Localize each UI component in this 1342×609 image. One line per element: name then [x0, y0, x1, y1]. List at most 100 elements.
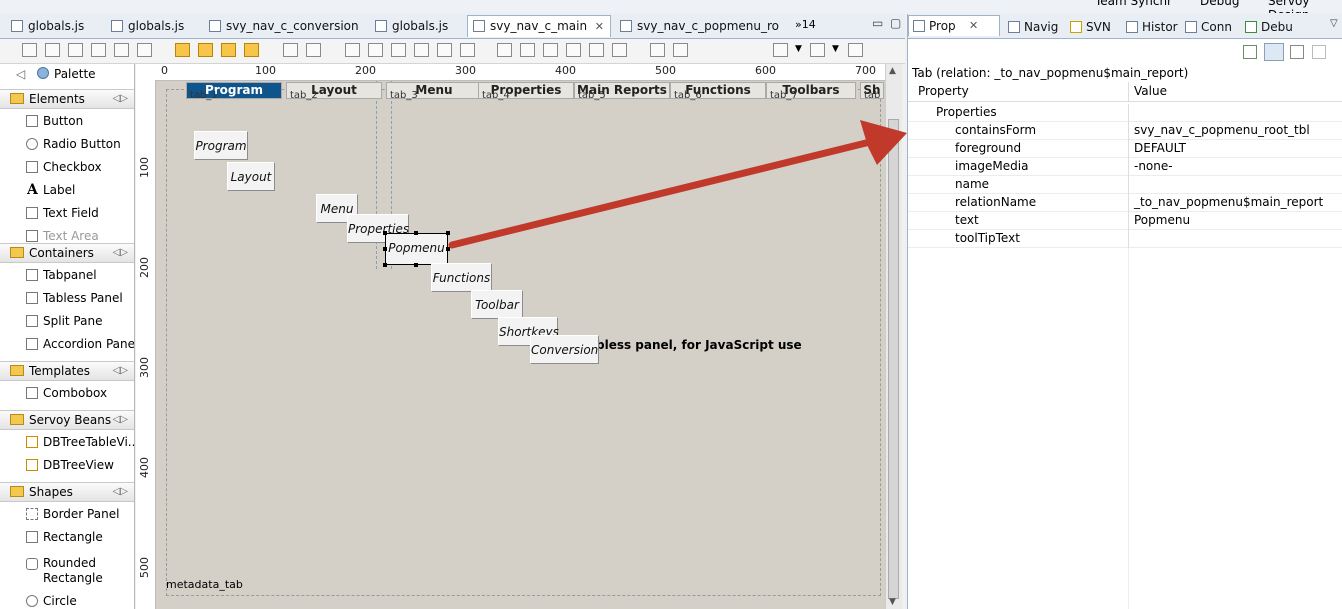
bring-front-icon[interactable] [221, 43, 236, 57]
grid-icon[interactable] [68, 43, 83, 57]
canvas-tab-toolbars[interactable]: tab_7 Toolbars [766, 82, 856, 101]
send-backward-icon[interactable] [198, 43, 213, 57]
view-menu-icon[interactable]: ▽ [1330, 18, 1338, 29]
canvas-button-popmenu-selected[interactable]: Popmenu [385, 233, 448, 265]
align-bottom-icon[interactable] [460, 43, 475, 57]
canvas-button-layout[interactable]: Layout [227, 162, 275, 191]
collapse-icon[interactable]: ◁▷ [113, 362, 128, 380]
tab-debug[interactable]: Debu [1241, 17, 1293, 37]
team-sync-label[interactable]: Team Synchr [1095, 0, 1172, 8]
canvas-button-toolbar[interactable]: Toolbar [471, 290, 523, 319]
distribute-h-icon[interactable] [497, 43, 512, 57]
anchor-icon[interactable] [650, 43, 665, 57]
align-left-icon[interactable] [345, 43, 360, 57]
bring-forward-icon[interactable] [175, 43, 190, 57]
canvas-tab-layout[interactable]: tab_2 Layout [286, 82, 382, 101]
columns-icon[interactable] [91, 43, 106, 57]
property-row[interactable]: text Popmenu [908, 212, 1342, 230]
snap-grid-icon[interactable] [773, 43, 788, 57]
selection-title: Tab (relation: _to_nav_popmenu$main_repo… [912, 66, 1189, 80]
editor-tab-active[interactable]: svy_nav_c_main ✕ [467, 15, 611, 37]
maximize-icon[interactable]: ▢ [890, 16, 901, 30]
lines-icon[interactable] [137, 43, 152, 57]
distribute-v-icon[interactable] [520, 43, 535, 57]
canvas-tab-sh[interactable]: tab_8Sh [860, 82, 884, 99]
ungroup-icon[interactable] [306, 43, 321, 57]
align-top-icon[interactable] [414, 43, 429, 57]
ruler-icon[interactable] [848, 43, 863, 57]
collapse-icon[interactable]: ◁▷ [113, 483, 128, 501]
column-divider[interactable] [1128, 82, 1129, 101]
selection-handle[interactable] [414, 231, 418, 235]
collapse-icon[interactable]: ◁▷ [113, 244, 128, 262]
show-advanced-icon[interactable] [1290, 45, 1304, 59]
tab-svn[interactable]: SVN [1066, 17, 1111, 37]
minimize-icon[interactable]: ▭ [872, 16, 883, 30]
image-icon[interactable] [45, 43, 60, 57]
send-back-icon[interactable] [244, 43, 259, 57]
canvas-tab-properties[interactable]: tab_4 Properties [478, 82, 574, 101]
align-right-icon[interactable] [391, 43, 406, 57]
servoy-design-perspective[interactable]: Servoy Design [1268, 0, 1342, 13]
canvas-button-program[interactable]: Program [194, 131, 248, 160]
same-width-icon[interactable] [566, 43, 581, 57]
scroll-down-icon[interactable]: ▼ [889, 597, 896, 607]
property-group-row[interactable]: Properties [908, 104, 1342, 122]
same-size-icon[interactable] [612, 43, 627, 57]
resize-icon[interactable] [673, 43, 688, 57]
close-icon[interactable]: ✕ [969, 16, 978, 36]
chevron-down-icon[interactable]: ▼ [832, 44, 839, 54]
palette-section-shapes[interactable]: Shapes ◁▷ [0, 482, 134, 502]
canvas-button-functions[interactable]: Functions [431, 263, 492, 292]
palette-section-templates[interactable]: Templates ◁▷ [0, 361, 134, 381]
chevron-down-icon[interactable]: ▼ [795, 44, 802, 54]
canvas-tab-functions[interactable]: tab_6 Functions [670, 82, 766, 101]
property-row[interactable]: name [908, 176, 1342, 194]
palette-section-elements[interactable]: Elements ◁▷ [0, 89, 134, 109]
selection-handle[interactable] [414, 263, 418, 267]
align-middle-icon[interactable] [437, 43, 452, 57]
tab-connections[interactable]: Conn [1181, 17, 1232, 37]
property-row[interactable]: containsForm svy_nav_c_popmenu_root_tbl [908, 122, 1342, 140]
editor-tab[interactable]: globals.js [6, 16, 108, 37]
editor-tab[interactable]: svy_nav_c_popmenu_ro [615, 16, 797, 37]
panel-icon[interactable] [114, 43, 129, 57]
canvas-tab-menu[interactable]: tab_3 Menu [386, 82, 482, 101]
group-icon[interactable] [283, 43, 298, 57]
close-icon[interactable]: ✕ [595, 16, 604, 37]
distribute-space-icon[interactable] [543, 43, 558, 57]
tab-history[interactable]: Histor [1122, 17, 1178, 37]
selection-handle[interactable] [383, 231, 387, 235]
align-center-icon[interactable] [368, 43, 383, 57]
tab-order-icon[interactable] [22, 43, 37, 57]
property-row[interactable]: imageMedia -none- [908, 158, 1342, 176]
collapse-icon[interactable]: ◁▷ [113, 90, 128, 108]
pin-icon[interactable] [1243, 45, 1257, 59]
canvas-button-conversion[interactable]: Conversion [530, 335, 599, 364]
property-row[interactable]: foreground DEFAULT [908, 140, 1342, 158]
editor-tab[interactable]: globals.js [370, 16, 472, 37]
collapse-icon[interactable]: ◁▷ [113, 411, 128, 429]
selection-handle[interactable] [383, 247, 387, 251]
selection-handle[interactable] [383, 263, 387, 267]
snap-element-icon[interactable] [810, 43, 825, 57]
property-row[interactable]: relationName _to_nav_popmenu$main_report [908, 194, 1342, 212]
tab-overflow-button[interactable]: »14 [795, 18, 816, 31]
show-categories-icon[interactable] [1264, 43, 1284, 61]
value-column-header[interactable]: Value [1134, 84, 1167, 98]
restore-default-icon[interactable] [1312, 45, 1326, 59]
palette-section-beans[interactable]: Servoy Beans ◁▷ [0, 410, 134, 430]
debug-perspective[interactable]: Debug [1200, 0, 1239, 8]
collapse-arrow-icon[interactable]: ◁ [16, 67, 25, 81]
tab-properties[interactable]: Prop ✕ [908, 15, 1000, 36]
property-column-header[interactable]: Property [918, 84, 969, 98]
same-height-icon[interactable] [589, 43, 604, 57]
canvas-tab-program[interactable]: tab_1 Program [186, 82, 282, 101]
canvas-tab-mainreports[interactable]: tab_5 Main Reports [574, 82, 670, 101]
editor-tab[interactable]: globals.js [106, 16, 208, 37]
editor-tab[interactable]: svy_nav_c_conversion [204, 16, 376, 37]
scroll-up-icon[interactable]: ▲ [889, 66, 896, 76]
palette-section-containers[interactable]: Containers ◁▷ [0, 243, 134, 263]
property-row[interactable]: toolTipText [908, 230, 1342, 248]
tab-navigator[interactable]: Navig [1004, 17, 1058, 37]
